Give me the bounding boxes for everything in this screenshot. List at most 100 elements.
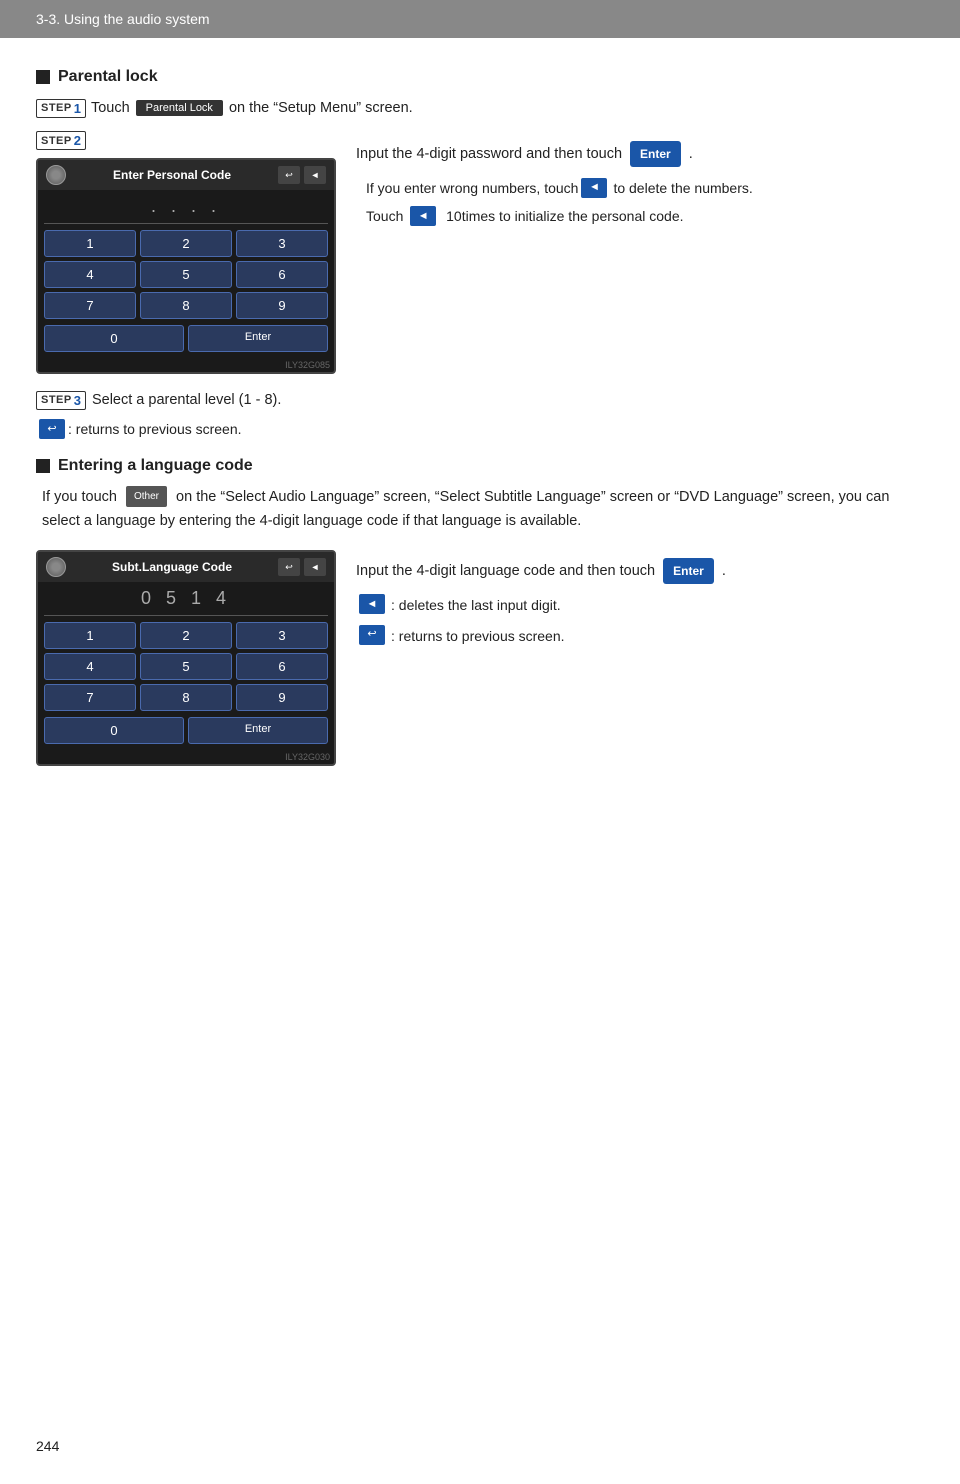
- screen-top-bar-2: Subt.Language Code ↩ ◄: [38, 552, 334, 582]
- section2-body-pre: If you touch: [42, 489, 117, 505]
- bottom-note-1: ◄ : deletes the last input digit.: [356, 594, 920, 616]
- back-btn[interactable]: ↩: [278, 166, 300, 184]
- key-enter[interactable]: Enter: [188, 325, 328, 352]
- step2-num: 2: [74, 133, 81, 148]
- step1-touch-word: Touch: [91, 96, 130, 121]
- key2-4[interactable]: 4: [44, 653, 136, 680]
- parental-lock-button[interactable]: Parental Lock: [136, 100, 223, 116]
- step3-badge: STEP 3: [36, 391, 86, 410]
- note2-touch: Touch: [366, 205, 403, 227]
- bottom-main-text: Input the 4-digit language code and then…: [356, 563, 655, 579]
- watermark2: ILY32G030: [38, 750, 334, 764]
- step2-badge: STEP 2: [36, 131, 86, 150]
- section2-body-rest: on the “Select Audio Language” screen, “…: [42, 489, 889, 530]
- step3-text: Select a parental level (1 - 8).: [92, 388, 281, 413]
- key-5[interactable]: 5: [140, 261, 232, 288]
- section1-title: Parental lock: [58, 68, 158, 86]
- step2-left: STEP 2 Enter Personal Code ↩ ◄ . . . . 1: [36, 131, 336, 375]
- numpad-bottom-2: 0 Enter: [38, 717, 334, 750]
- key-0[interactable]: 0: [44, 325, 184, 352]
- disc-icon: [46, 165, 66, 185]
- step2-period: .: [689, 146, 693, 162]
- key-2[interactable]: 2: [140, 230, 232, 257]
- delete-btn[interactable]: ◄: [304, 166, 326, 184]
- bottom-note-2: ↩ : returns to previous screen.: [356, 625, 920, 647]
- delete-btn-2[interactable]: ◄: [304, 558, 326, 576]
- step3-line: STEP 3 Select a parental level (1 - 8).: [36, 388, 920, 413]
- step2-text: STEP: [41, 135, 72, 147]
- key-3[interactable]: 3: [236, 230, 328, 257]
- step3-num: 3: [74, 393, 81, 408]
- bottom-text-block: Input the 4-digit language code and then…: [356, 550, 920, 766]
- key2-6[interactable]: 6: [236, 653, 328, 680]
- screen-top-icons: ↩ ◄: [278, 166, 326, 184]
- main-content: Parental lock STEP 1 Touch Parental Lock…: [0, 38, 960, 806]
- key-7[interactable]: 7: [44, 292, 136, 319]
- note-line-1: If you enter wrong numbers, touch ◄ to d…: [366, 177, 920, 199]
- screen-title: Enter Personal Code: [113, 168, 231, 182]
- step1-after-text: on the “Setup Menu” screen.: [229, 96, 413, 121]
- section2: Entering a language code If you touch Ot…: [36, 457, 920, 766]
- note2-num: 10: [446, 205, 462, 227]
- note1-pre: If you enter wrong numbers, touch: [366, 177, 578, 199]
- step3-label: STEP: [41, 394, 72, 406]
- key2-3[interactable]: 3: [236, 622, 328, 649]
- enter-personal-code-screen: Enter Personal Code ↩ ◄ . . . . 1 2 3 4 …: [36, 158, 336, 374]
- step1-text: STEP: [41, 102, 72, 114]
- key-1[interactable]: 1: [44, 230, 136, 257]
- note-block: If you enter wrong numbers, touch ◄ to d…: [366, 177, 920, 228]
- key2-1[interactable]: 1: [44, 622, 136, 649]
- key2-2[interactable]: 2: [140, 622, 232, 649]
- delete-note-icon-1: ◄: [359, 594, 385, 614]
- header-title: 3-3. Using the audio system: [36, 11, 210, 27]
- numpad-bottom: 0 Enter: [38, 325, 334, 358]
- key-9[interactable]: 9: [236, 292, 328, 319]
- return-note-icon-2: ↩: [359, 625, 385, 645]
- key-4[interactable]: 4: [44, 261, 136, 288]
- section2-body: If you touch Other on the “Select Audio …: [36, 485, 920, 534]
- enter-button-2[interactable]: Enter: [663, 558, 714, 584]
- return-icon: ↩: [39, 419, 65, 439]
- numpad-2: 1 2 3 4 5 6 7 8 9: [38, 616, 334, 717]
- enter-button-1[interactable]: Enter: [630, 141, 681, 167]
- key2-enter[interactable]: Enter: [188, 717, 328, 744]
- screen-dots: . . . .: [38, 190, 334, 223]
- screen-value: 0 5 1 4: [38, 582, 334, 615]
- key2-7[interactable]: 7: [44, 684, 136, 711]
- return-text: : returns to previous screen.: [68, 421, 242, 437]
- section2-header: Entering a language code: [36, 457, 920, 475]
- key2-5[interactable]: 5: [140, 653, 232, 680]
- key2-8[interactable]: 8: [140, 684, 232, 711]
- note-line-2: Touch ◄ 10 times to initialize the perso…: [366, 205, 920, 227]
- note2-post: times to initialize the personal code.: [462, 205, 684, 227]
- step-bottom-layout: Subt.Language Code ↩ ◄ 0 5 1 4 1 2 3 4 5…: [36, 550, 920, 766]
- step2-layout: STEP 2 Enter Personal Code ↩ ◄ . . . . 1: [36, 131, 920, 375]
- subt-language-screen: Subt.Language Code ↩ ◄ 0 5 1 4 1 2 3 4 5…: [36, 550, 336, 766]
- section-marker: [36, 70, 50, 84]
- screen-title-2: Subt.Language Code: [112, 560, 232, 574]
- note1-post: to delete the numbers.: [613, 177, 752, 199]
- key-6[interactable]: 6: [236, 261, 328, 288]
- watermark1: ILY32G085: [38, 358, 334, 372]
- return-note-line: ↩ : returns to previous screen.: [36, 419, 920, 439]
- back-btn-2[interactable]: ↩: [278, 558, 300, 576]
- key2-0[interactable]: 0: [44, 717, 184, 744]
- step1-badge: STEP 1: [36, 99, 86, 118]
- delete-icon-note2: ◄: [410, 206, 436, 226]
- key2-9[interactable]: 9: [236, 684, 328, 711]
- bottom-note-1-text: : deletes the last input digit.: [391, 594, 561, 616]
- delete-icon-note: ◄: [581, 178, 607, 198]
- step1-line: STEP 1 Touch Parental Lock on the “Setup…: [36, 96, 920, 121]
- step2-text-block: Input the 4-digit password and then touc…: [356, 131, 920, 375]
- section2-marker: [36, 459, 50, 473]
- other-button[interactable]: Other: [126, 486, 167, 507]
- key-8[interactable]: 8: [140, 292, 232, 319]
- section2-title: Entering a language code: [58, 457, 253, 475]
- bottom-note-2-text: : returns to previous screen.: [391, 625, 565, 647]
- screen-top-icons-2: ↩ ◄: [278, 558, 326, 576]
- section1-header: Parental lock: [36, 68, 920, 86]
- numpad: 1 2 3 4 5 6 7 8 9: [38, 224, 334, 325]
- header-bar: 3-3. Using the audio system: [0, 0, 960, 38]
- step2-main-text: Input the 4-digit password and then touc…: [356, 146, 622, 162]
- page-number: 244: [36, 1438, 59, 1454]
